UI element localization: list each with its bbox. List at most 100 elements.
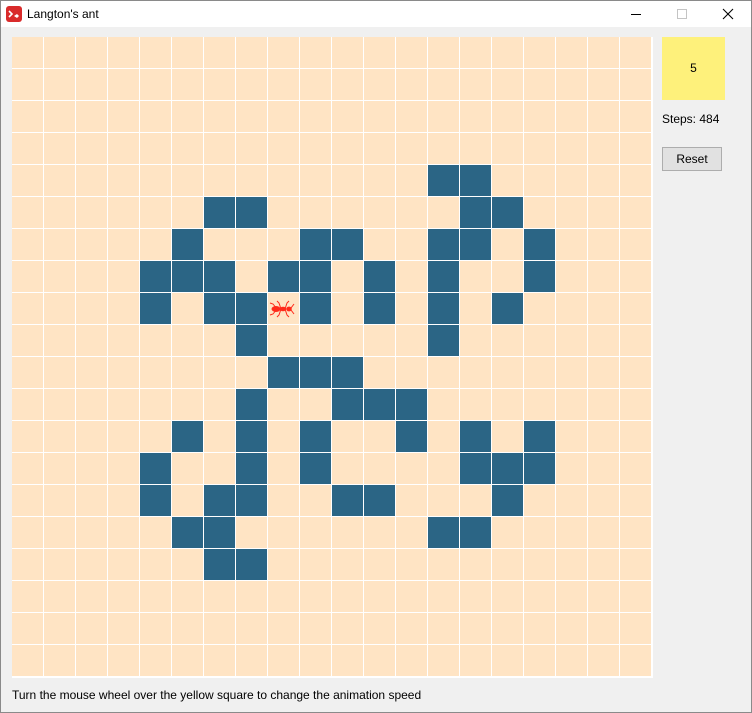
maximize-icon (677, 9, 687, 19)
grid-cell-white (140, 549, 171, 580)
grid-cell-white (172, 613, 203, 644)
reset-button[interactable]: Reset (662, 147, 722, 171)
grid-cell-white (332, 133, 363, 164)
grid-cell-white (364, 581, 395, 612)
grid-cell-white (428, 613, 459, 644)
grid-cell-black (172, 421, 203, 452)
grid-cell-black (300, 261, 331, 292)
grid-cell-white (108, 645, 139, 676)
grid-cell-white (460, 69, 491, 100)
minimize-button[interactable] (613, 1, 659, 27)
grid-cell-white (44, 613, 75, 644)
grid-cell-white (428, 453, 459, 484)
grid-cell-white (620, 453, 651, 484)
grid-cell-white (428, 357, 459, 388)
grid-cell-white (556, 517, 587, 548)
grid-cell-white (492, 421, 523, 452)
grid-cell-white (396, 229, 427, 260)
grid-cell-white (44, 261, 75, 292)
grid-cell-white (268, 453, 299, 484)
grid-cell-white (364, 613, 395, 644)
grid-cell-white (332, 645, 363, 676)
grid-cell-white (492, 229, 523, 260)
grid-cell-white (556, 325, 587, 356)
grid-cell-white (268, 197, 299, 228)
grid-cell-black (236, 293, 267, 324)
maximize-button[interactable] (659, 1, 705, 27)
grid-cell-white (492, 645, 523, 676)
grid-cell-white (588, 357, 619, 388)
grid-cell-white (300, 645, 331, 676)
grid-cell-white (300, 133, 331, 164)
grid-cell-white (620, 485, 651, 516)
grid-cell-white (300, 485, 331, 516)
grid-cell-white (460, 133, 491, 164)
ant-grid[interactable] (12, 37, 653, 678)
grid-cell-white (76, 101, 107, 132)
grid-cell-white (332, 549, 363, 580)
grid-cell-white (588, 197, 619, 228)
grid-cell-white (236, 261, 267, 292)
grid-cell-white (556, 421, 587, 452)
grid-cell-white (140, 165, 171, 196)
grid-cell-white (396, 197, 427, 228)
grid-cell-white (76, 197, 107, 228)
grid-cell-white (588, 325, 619, 356)
grid-cell-white (396, 485, 427, 516)
grid-cell-white (556, 389, 587, 420)
grid-cell-black (364, 389, 395, 420)
minimize-icon (631, 14, 641, 15)
grid-cell-white (300, 37, 331, 68)
grid-cell-white (396, 261, 427, 292)
grid-cell-white (140, 421, 171, 452)
grid-cell-white (428, 645, 459, 676)
grid-cell-white (524, 197, 555, 228)
grid-cell-white (268, 69, 299, 100)
grid-cell-white (428, 389, 459, 420)
grid-cell-black (428, 261, 459, 292)
grid-cell-black (332, 229, 363, 260)
grid-cell-white (556, 485, 587, 516)
grid-cell-black (204, 485, 235, 516)
title-bar[interactable]: Langton's ant (1, 1, 751, 27)
grid-cell-white (556, 293, 587, 324)
grid-cell-white (396, 293, 427, 324)
grid-cell-white (204, 325, 235, 356)
grid-cell-white (556, 453, 587, 484)
grid-cell-white (332, 101, 363, 132)
grid-cell-white (300, 517, 331, 548)
grid-cell-white (460, 645, 491, 676)
main-window: Langton's ant 5 Steps: 484 Reset Turn th… (0, 0, 752, 713)
grid-cell-white (524, 37, 555, 68)
grid-cell-white (460, 261, 491, 292)
grid-cell-white (44, 357, 75, 388)
grid-cell-white (492, 389, 523, 420)
grid-cell-black (140, 261, 171, 292)
grid-cell-black (300, 229, 331, 260)
grid-cell-white (364, 645, 395, 676)
grid-cell-white (364, 325, 395, 356)
grid-cell-black (428, 325, 459, 356)
grid-cell-black (268, 261, 299, 292)
grid-cell-white (524, 485, 555, 516)
grid-cell-white (140, 645, 171, 676)
grid-cell-white (268, 325, 299, 356)
grid-cell-black (460, 453, 491, 484)
grid-cell-white (524, 549, 555, 580)
grid-cell-black (204, 549, 235, 580)
grid-cell-white (236, 357, 267, 388)
grid-cell-white (44, 69, 75, 100)
grid-cell-white (524, 69, 555, 100)
close-button[interactable] (705, 1, 751, 27)
grid-cell-white (588, 613, 619, 644)
speed-control-square[interactable]: 5 (662, 37, 725, 100)
grid-cell-white (492, 357, 523, 388)
grid-cell-white (268, 549, 299, 580)
grid-cell-white (76, 37, 107, 68)
grid-cell-white (108, 549, 139, 580)
grid-cell-white (300, 325, 331, 356)
grid-cell-white (396, 165, 427, 196)
grid-cell-white (236, 517, 267, 548)
grid-cell-white (204, 421, 235, 452)
steps-counter: Steps: 484 (662, 112, 719, 126)
